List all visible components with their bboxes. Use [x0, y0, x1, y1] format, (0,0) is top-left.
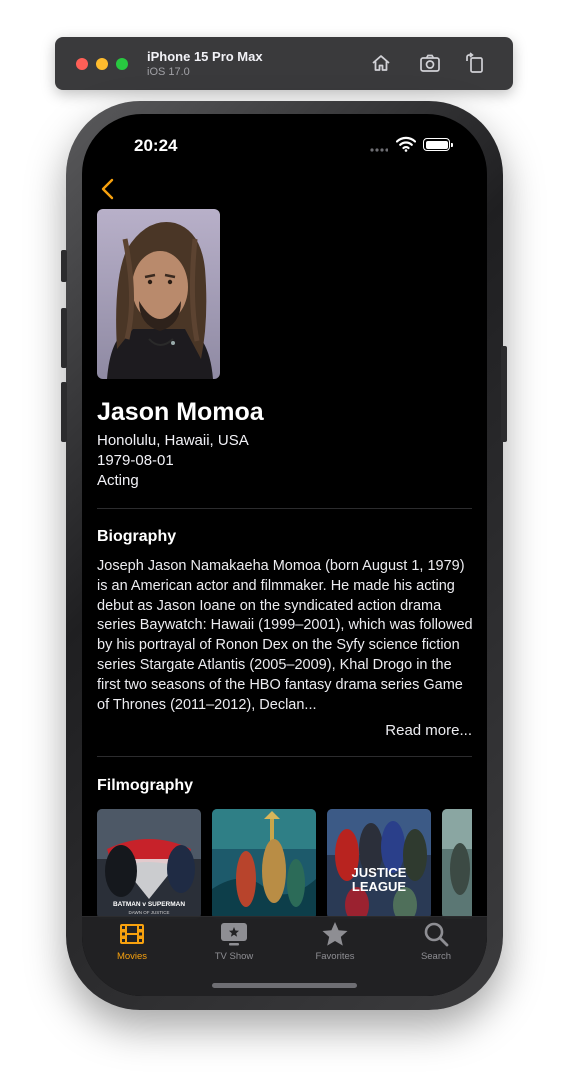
os-version: iOS 17.0 — [147, 66, 190, 78]
biography-text: Joseph Jason Namakaeha Momoa (born Augus… — [97, 558, 473, 713]
rotate-icon[interactable] — [464, 52, 486, 74]
read-more-button[interactable]: Read more... — [385, 722, 472, 739]
tab-label: Favorites — [315, 951, 355, 962]
phone-screen: 20:24 Jason Momoa Honolulu, Hawaii, USA … — [82, 114, 487, 996]
screenshot-icon[interactable] — [419, 52, 441, 74]
tab-favorites[interactable]: Favorites — [295, 921, 375, 965]
device-name: iPhone 15 Pro Max — [147, 49, 263, 64]
action-button — [61, 250, 67, 282]
battery-icon — [423, 138, 453, 151]
birthday: 1979-08-01 — [97, 452, 174, 469]
home-icon[interactable] — [370, 52, 392, 74]
simulator-toolbar: iPhone 15 Pro Max iOS 17.0 — [55, 37, 513, 90]
search-icon — [424, 922, 449, 947]
tab-label: Movies — [116, 951, 148, 962]
wifi-icon — [396, 136, 416, 152]
simulator-stage: iPhone 15 Pro Max iOS 17.0 20:24 Jason M… — [0, 0, 568, 1086]
tab-tv-show[interactable]: TV Show — [194, 921, 274, 965]
poster-title-top: JUSTICE — [352, 865, 407, 880]
divider — [97, 756, 472, 757]
zoom-window-button[interactable] — [116, 58, 128, 70]
tab-movies[interactable]: Movies — [92, 921, 172, 965]
poster-title-bottom: DAWN OF JUSTICE — [128, 910, 169, 915]
poster-title-bottom: LEAGUE — [352, 879, 407, 894]
tv-icon — [221, 923, 247, 946]
filmography-carousel[interactable]: BATMAN v SUPERMAN DAWN OF JUSTICE JUSTIC… — [97, 809, 472, 919]
birthplace: Honolulu, Hawaii, USA — [97, 432, 249, 449]
person-name: Jason Momoa — [97, 398, 264, 426]
film-icon — [120, 924, 144, 944]
close-window-button[interactable] — [76, 58, 88, 70]
volume-up-button — [61, 308, 67, 368]
volume-down-button — [61, 382, 67, 442]
movie-poster[interactable] — [212, 809, 316, 919]
department: Acting — [97, 472, 139, 489]
power-button — [501, 346, 507, 442]
back-chevron-icon[interactable] — [98, 178, 118, 200]
divider — [97, 508, 472, 509]
tab-label: TV Show — [214, 951, 254, 962]
movie-poster[interactable]: JUSTICE LEAGUE — [327, 809, 431, 919]
status-time: 20:24 — [134, 136, 178, 155]
movie-poster[interactable] — [442, 809, 472, 919]
tab-label: Search — [420, 951, 452, 962]
minimize-window-button[interactable] — [96, 58, 108, 70]
home-indicator[interactable] — [212, 983, 357, 988]
profile-photo — [97, 209, 220, 379]
tab-search[interactable]: Search — [396, 921, 476, 965]
star-icon — [322, 922, 348, 946]
poster-title-top: BATMAN v SUPERMAN — [113, 901, 185, 908]
cellular-icon — [370, 148, 388, 152]
biography-title: Biography — [97, 528, 177, 545]
movie-poster[interactable]: BATMAN v SUPERMAN DAWN OF JUSTICE — [97, 809, 201, 919]
filmography-title: Filmography — [97, 777, 194, 794]
